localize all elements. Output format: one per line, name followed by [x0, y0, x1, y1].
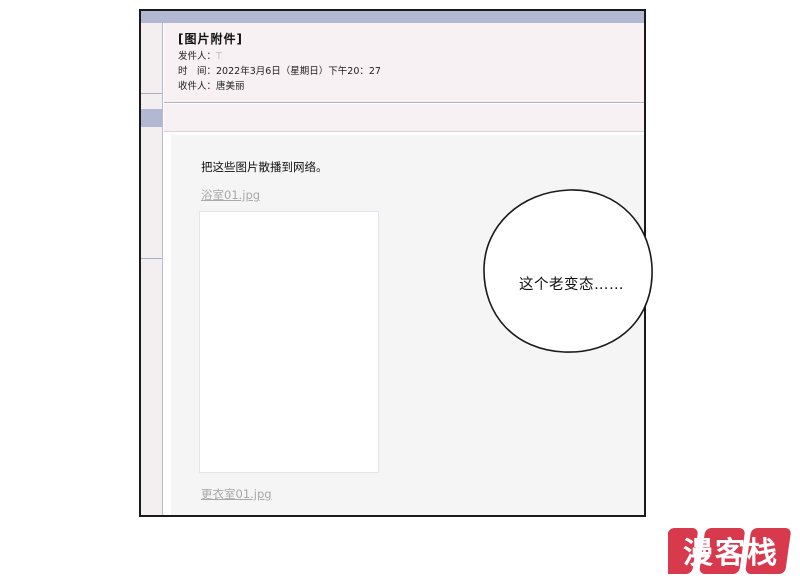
sender-label: 发件人：	[178, 51, 217, 62]
mail-subject: [图片附件]	[178, 32, 243, 46]
watermark-logo: 漫客栈	[668, 528, 791, 574]
sidebar-divider	[141, 93, 162, 94]
mail-sidebar	[141, 23, 163, 515]
speech-bubble-text: 这个老变态……	[519, 277, 624, 293]
mail-toolbar-band	[164, 104, 644, 132]
attachment-link[interactable]: 更衣室01.jpg	[201, 486, 272, 502]
recipient-value[interactable]: 唐美丽	[216, 81, 245, 92]
mail-time-row: 时 间：2022年3月6日（星期日）下午20：27	[178, 63, 381, 77]
window-top-strip	[141, 11, 644, 23]
speech-bubble	[483, 189, 653, 353]
attachment-thumbnail[interactable]	[199, 211, 379, 473]
mail-body-text: 把这些图片散播到网络。	[201, 160, 328, 174]
mail-header: [图片附件] 发件人：T 时 间：2022年3月6日（星期日）下午20：27 收…	[164, 23, 644, 103]
time-label: 时 间：	[178, 66, 217, 77]
mail-recipient-row: 收件人：唐美丽	[178, 78, 245, 92]
mail-sender-row: 发件人：T	[178, 48, 222, 62]
sidebar-selected-item[interactable]	[141, 109, 162, 127]
sender-value[interactable]: T	[216, 51, 222, 62]
sidebar-divider	[141, 258, 162, 259]
recipient-label: 收件人：	[178, 81, 217, 92]
attachment-link[interactable]: 浴室01.jpg	[201, 187, 260, 203]
speech-bubble-outline	[483, 189, 653, 353]
watermark-text: 漫客栈	[683, 536, 779, 571]
time-value: 2022年3月6日（星期日）下午20：27	[216, 66, 381, 77]
